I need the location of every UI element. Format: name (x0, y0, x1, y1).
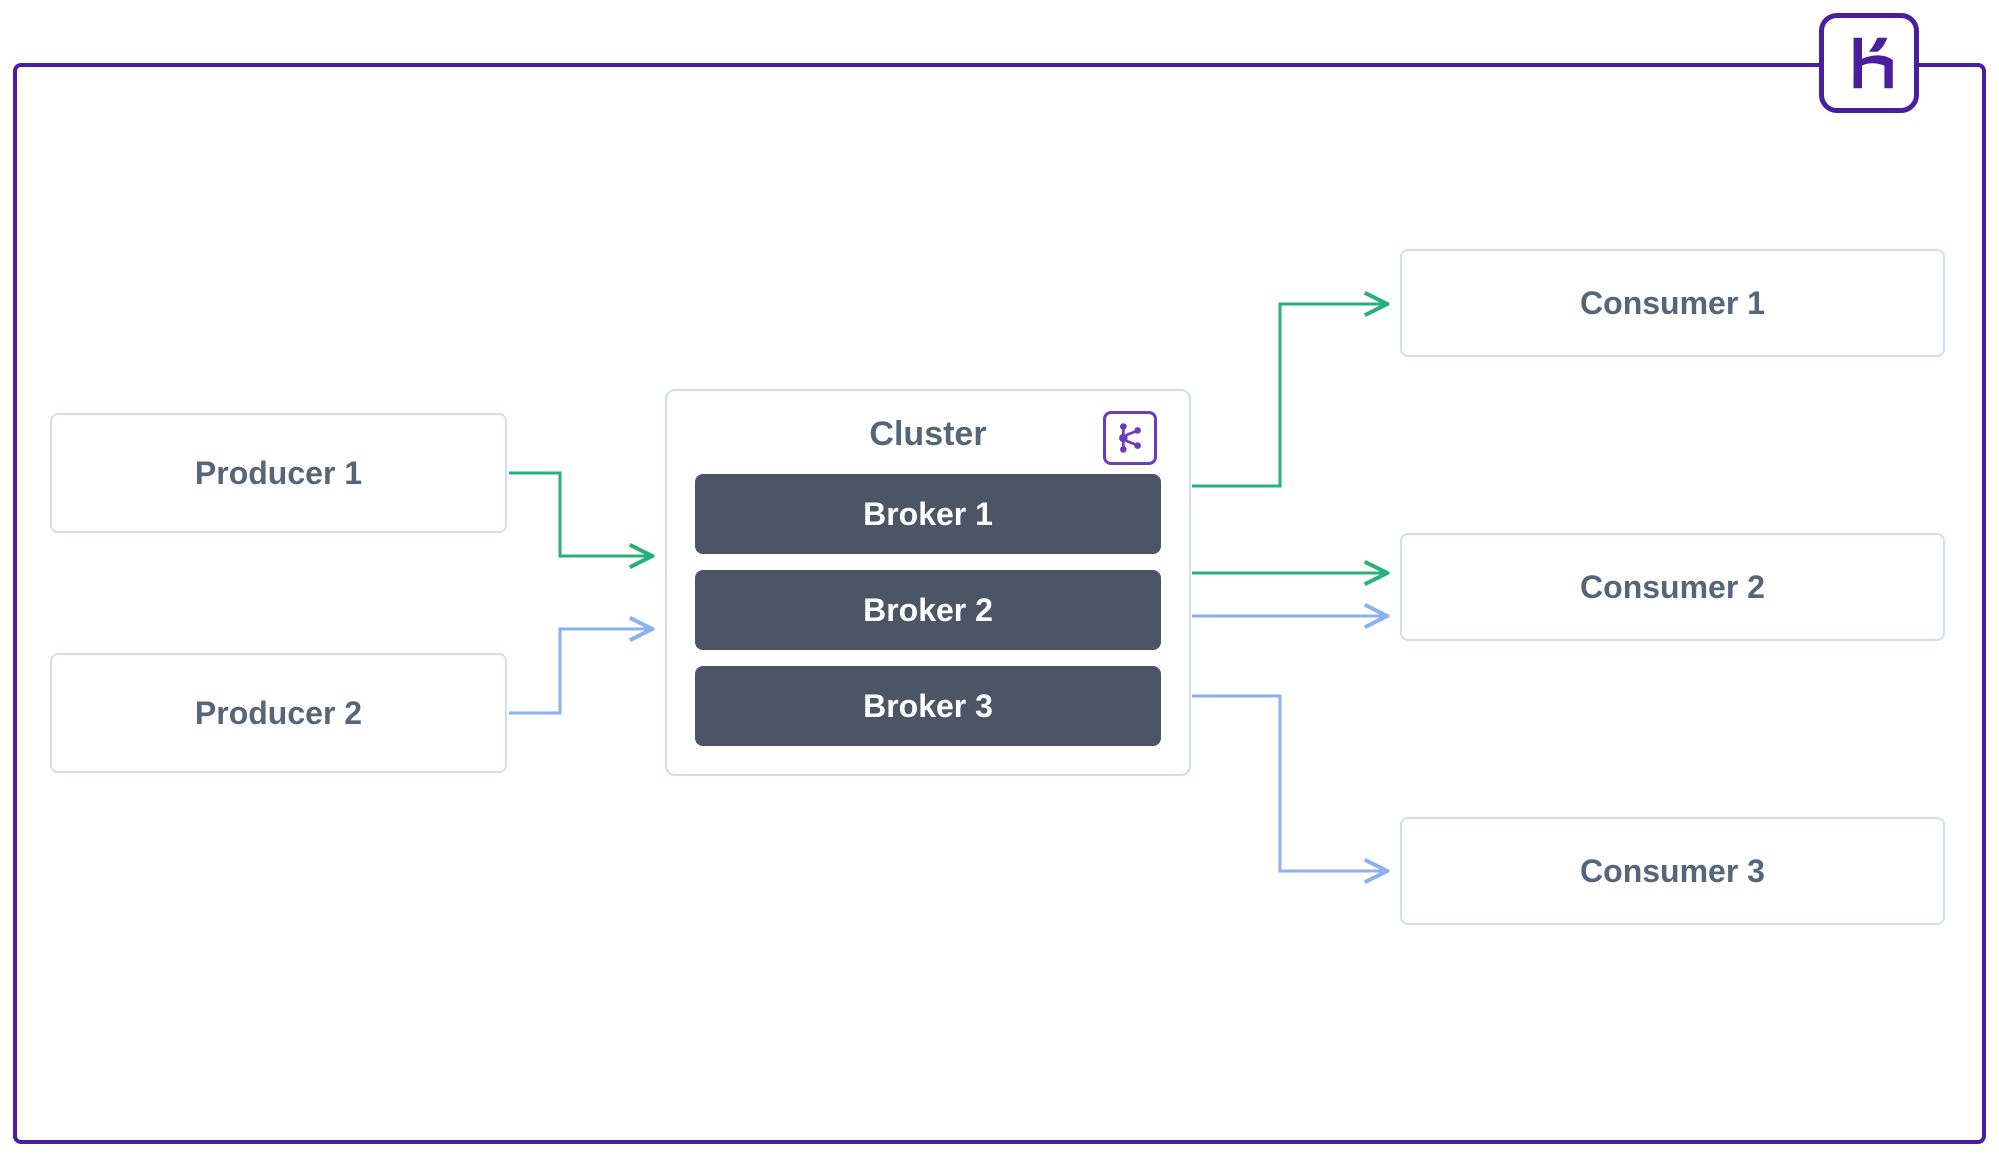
broker-2-box: Broker 2 (695, 570, 1161, 650)
producer-1-box: Producer 1 (50, 413, 507, 533)
consumer-1-box: Consumer 1 (1400, 249, 1945, 357)
consumer-3-box: Consumer 3 (1400, 817, 1945, 925)
kafka-icon (1103, 411, 1157, 465)
arrow-cluster-consumer1 (1192, 304, 1385, 486)
cluster-box: Cluster (665, 389, 1191, 776)
arrow-producer2-cluster (509, 629, 650, 713)
heroku-logo (1819, 13, 1919, 113)
heroku-logo-icon (1841, 35, 1897, 91)
broker-1-box: Broker 1 (695, 474, 1161, 554)
cluster-header: Cluster (695, 415, 1161, 454)
consumer-2-box: Consumer 2 (1400, 533, 1945, 641)
cluster-title: Cluster (695, 415, 1161, 454)
broker-3-box: Broker 3 (695, 666, 1161, 746)
arrow-producer1-cluster (509, 473, 650, 556)
diagram-canvas: Producer 1 Producer 2 Consumer 1 Consumer … (0, 0, 1999, 1164)
producer-2-box: Producer 2 (50, 653, 507, 773)
arrow-cluster-consumer3 (1192, 696, 1385, 871)
